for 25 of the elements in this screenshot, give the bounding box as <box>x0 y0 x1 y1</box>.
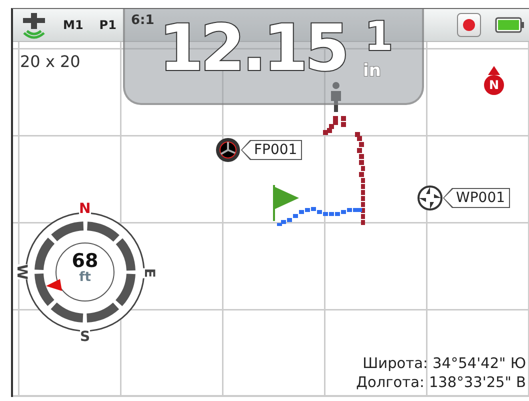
coordinate-label: Долгота: 138°33'25" В <box>356 375 526 391</box>
profile-label: P1 <box>99 18 116 32</box>
depth-unit: in <box>363 63 381 80</box>
depth-value: 1 <box>365 17 393 57</box>
mode-label: M1 <box>63 18 84 32</box>
person-icon <box>330 82 342 112</box>
triangle-icon <box>488 66 500 75</box>
south-label: S <box>80 330 90 344</box>
distance-value: 68 <box>72 252 98 271</box>
target-value: 12.15 <box>159 17 346 81</box>
west-label: W <box>14 264 29 280</box>
scale-label: 20 x 20 <box>20 52 80 71</box>
crosshair-icon <box>417 185 443 211</box>
satellite-signal-icon <box>21 12 47 38</box>
waypoint-label: FP001 <box>241 140 302 160</box>
coordinate-label: Широта: 34°54'42" Ю <box>362 356 526 372</box>
north-label: N <box>79 202 91 216</box>
battery-icon <box>495 17 525 33</box>
waypoint-label: WP001 <box>443 188 510 208</box>
record-button[interactable] <box>457 13 481 37</box>
target-icon <box>215 137 241 163</box>
east-label: E <box>142 268 156 278</box>
flag-icon <box>272 185 300 221</box>
time-label: 6:1 <box>131 13 154 28</box>
distance-unit: ft <box>79 271 91 286</box>
